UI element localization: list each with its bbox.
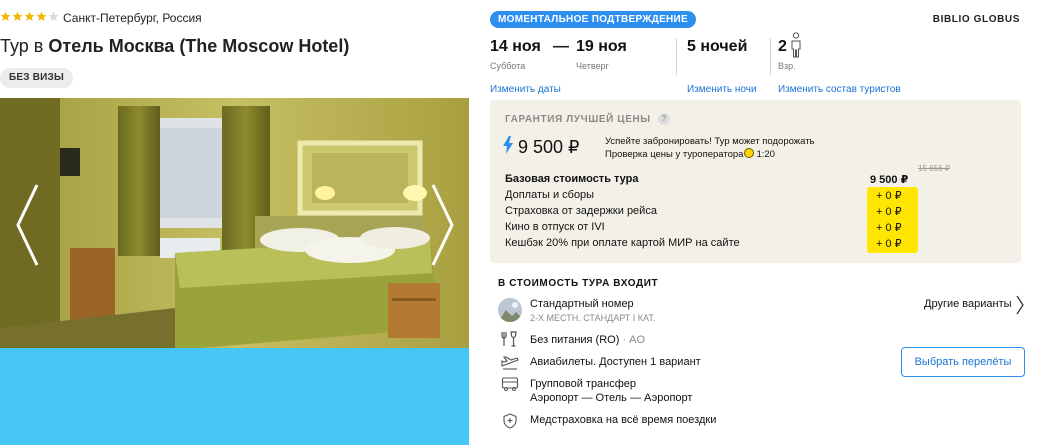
room-category: 2-Х МЕСТН. СТАНДАРТ I КАТ.	[530, 313, 656, 323]
star-icon	[48, 11, 59, 21]
nights-count: 5 ночей	[687, 38, 748, 55]
extra-label: Кешбэк 20% при оплате картой МИР на сайт…	[505, 237, 740, 249]
chevron-left-icon[interactable]	[12, 180, 42, 270]
star-icon	[0, 11, 11, 21]
tour-operator: BIBLIO GLOBUS	[932, 14, 1020, 25]
change-nights-link[interactable]: Изменить ночи	[687, 84, 757, 95]
hotel-name: Отель Москва (The Moscow Hotel)	[48, 36, 350, 56]
photo-placeholder	[0, 348, 469, 445]
help-icon[interactable]: ?	[658, 113, 670, 125]
other-variants-link[interactable]: Другие варианты	[924, 298, 1012, 310]
tour-price: 9 500 ₽	[518, 137, 580, 157]
hotel-photo[interactable]	[0, 98, 469, 348]
meal-icon	[501, 331, 517, 347]
star-icon	[12, 11, 23, 21]
extra-value: + 0 ₽	[876, 222, 902, 234]
old-price: 15 656 ₽	[918, 164, 950, 173]
date-from: 14 ноя	[490, 38, 541, 55]
price-warning-line: Успейте забронировать! Тур может подорож…	[605, 136, 815, 147]
base-price-label: Базовая стоимость тура	[505, 173, 639, 185]
included-title: В СТОИМОСТЬ ТУРА ВХОДИТ	[498, 278, 659, 289]
best-price-guarantee: ГАРАНТИЯ ЛУЧШЕЙ ЦЕНЫ	[505, 114, 651, 125]
divider	[770, 38, 771, 75]
shield-icon	[503, 413, 517, 429]
chevron-right-icon[interactable]	[428, 180, 458, 270]
extra-label: Кино в отпуск от IVI	[505, 221, 605, 233]
page-title: Тур в Отель Москва (The Moscow Hotel)	[0, 36, 349, 57]
lightning-icon	[503, 136, 513, 154]
hotel-stars	[0, 11, 59, 22]
star-icon	[36, 11, 47, 21]
title-prefix: Тур в	[0, 36, 44, 56]
flights-info: Авиабилеты. Доступен 1 вариант	[530, 356, 701, 368]
extra-label: Доплаты и сборы	[505, 189, 595, 201]
extra-value: + 0 ₽	[876, 190, 902, 202]
visa-badge: БЕЗ ВИЗЫ	[0, 68, 73, 88]
bus-icon	[501, 377, 519, 391]
date-to: 19 ноя	[576, 38, 627, 55]
date-dash: —	[553, 38, 569, 55]
meal-type: Без питания (RO)	[530, 334, 620, 346]
adults-label: Взр.	[778, 61, 796, 71]
price-check-line: Проверка цены у туроператора 1:20	[605, 148, 815, 161]
hotel-photo-image	[0, 98, 469, 348]
clock-icon	[744, 148, 755, 158]
room-name: Стандартный номер	[530, 298, 634, 310]
select-flights-button[interactable]: Выбрать перелёты	[901, 347, 1025, 377]
date-from-weekday: Суббота	[490, 61, 526, 71]
extra-value: + 0 ₽	[876, 206, 902, 218]
plane-icon	[501, 356, 519, 370]
meal-info: Без питания (RO) · AO	[530, 334, 645, 346]
divider	[676, 38, 677, 75]
person-icon	[791, 32, 801, 58]
room-thumbnail	[498, 298, 522, 322]
star-icon	[24, 11, 35, 21]
price-warning: Успейте забронировать! Тур может подорож…	[605, 136, 815, 161]
meal-code: · AO	[622, 334, 646, 346]
transfer-info: Групповой трансфер	[530, 378, 637, 390]
base-price-value: 9 500 ₽	[870, 174, 909, 186]
change-tourists-link[interactable]: Изменить состав туристов	[778, 84, 901, 95]
insurance-info: Медстраховка на всё время поездки	[530, 414, 717, 426]
transfer-route: Аэропорт — Отель — Аэропорт	[530, 392, 693, 404]
chevron-right-icon[interactable]	[1015, 294, 1025, 316]
instant-confirmation-badge: МОМЕНТАЛЬНОЕ ПОДТВЕРЖДЕНИЕ	[490, 11, 697, 28]
extra-label: Страховка от задержки рейса	[505, 205, 657, 217]
adults-count: 2	[778, 38, 787, 55]
extra-value: + 0 ₽	[876, 238, 902, 250]
change-dates-link[interactable]: Изменить даты	[490, 84, 561, 95]
hotel-location: Санкт-Петербург, Россия	[63, 11, 202, 25]
date-to-weekday: Четверг	[576, 61, 609, 71]
price-check-text: Проверка цены у туроператора	[605, 149, 744, 160]
price-check-timer: 1:20	[756, 149, 775, 160]
